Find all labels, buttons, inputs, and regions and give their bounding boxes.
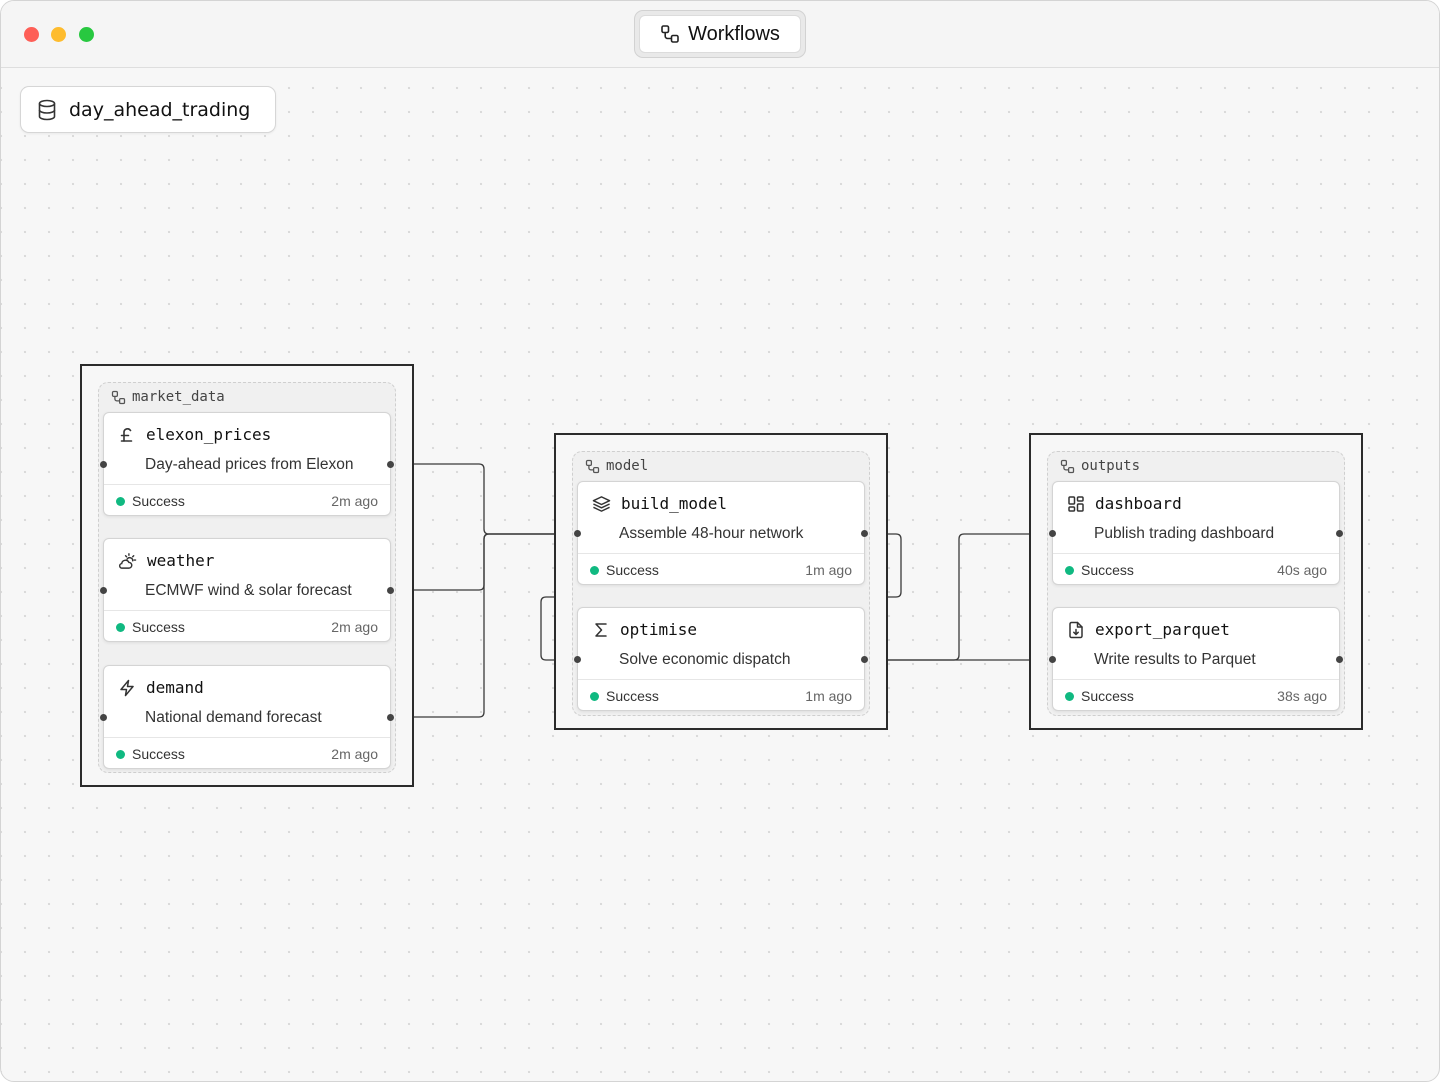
status-dot xyxy=(116,749,125,759)
node-elexon-prices[interactable]: elexon_prices Day-ahead prices from Elex… xyxy=(100,412,394,516)
output-port[interactable] xyxy=(1336,656,1343,663)
status-dot xyxy=(1065,691,1074,701)
status-dot xyxy=(116,496,125,506)
group-outputs-label: outputs xyxy=(1081,458,1141,474)
input-port[interactable] xyxy=(574,530,581,537)
window-title-pill[interactable]: Workflows xyxy=(634,10,806,58)
group-model-container: model build_model Assemble 48-hour netwo… xyxy=(572,451,870,716)
last-run-time: 40s ago xyxy=(1277,562,1327,578)
layout-grid-icon xyxy=(1067,495,1085,513)
last-run-time: 2m ago xyxy=(331,493,378,509)
status-dot xyxy=(590,691,599,701)
node-description: Write results to Parquet xyxy=(1094,651,1256,668)
node-footer: Success 2m ago xyxy=(104,610,390,642)
input-port[interactable] xyxy=(1049,656,1056,663)
group-market-data[interactable]: market_data elexon_prices Day-ahead pric… xyxy=(80,364,414,787)
node-description: Day-ahead prices from Elexon xyxy=(145,456,354,473)
status-badge: Success xyxy=(116,493,185,509)
node-footer: Success 2m ago xyxy=(104,484,390,516)
workflow-icon xyxy=(111,390,126,405)
group-outputs-container: outputs dashboard Publish trading dashbo… xyxy=(1047,451,1345,716)
group-outputs[interactable]: outputs dashboard Publish trading dashbo… xyxy=(1029,433,1363,730)
output-port[interactable] xyxy=(861,656,868,663)
status-badge: Success xyxy=(590,562,659,578)
project-name: day_ahead_trading xyxy=(69,98,251,121)
status-dot xyxy=(590,565,599,575)
output-port[interactable] xyxy=(861,530,868,537)
node-footer: Success 1m ago xyxy=(578,553,864,585)
group-market-data-label: market_data xyxy=(132,389,225,405)
status-badge: Success xyxy=(1065,562,1134,578)
node-optimise[interactable]: optimise Solve economic dispatch Success… xyxy=(574,607,868,711)
sigma-icon xyxy=(592,621,610,639)
node-title: export_parquet xyxy=(1095,620,1230,639)
node-dashboard[interactable]: dashboard Publish trading dashboard Succ… xyxy=(1049,481,1343,585)
input-port[interactable] xyxy=(574,656,581,663)
group-label: outputs xyxy=(1060,458,1140,474)
last-run-time: 1m ago xyxy=(805,688,852,704)
window-title: Workflows xyxy=(688,22,780,45)
node-title: dashboard xyxy=(1095,494,1182,513)
node-footer: Success 40s ago xyxy=(1053,553,1339,585)
input-port[interactable] xyxy=(1049,530,1056,537)
output-port[interactable] xyxy=(387,587,394,594)
app-window: Workflows day_ahead_trading market_data … xyxy=(0,0,1440,1082)
status-dot xyxy=(116,622,125,632)
maximize-window-button[interactable] xyxy=(79,27,94,42)
node-title: build_model xyxy=(621,494,727,513)
group-label: market_data xyxy=(111,389,225,405)
last-run-time: 2m ago xyxy=(331,746,378,762)
pound-sterling-icon xyxy=(118,426,136,444)
last-run-time: 2m ago xyxy=(331,619,378,635)
project-selector[interactable]: day_ahead_trading xyxy=(20,86,276,133)
output-port[interactable] xyxy=(387,461,394,468)
title-bar: Workflows xyxy=(1,1,1439,68)
node-title: weather xyxy=(147,551,215,570)
node-description: Solve economic dispatch xyxy=(619,651,791,668)
group-model-label: model xyxy=(606,458,649,474)
last-run-time: 1m ago xyxy=(805,562,852,578)
node-footer: Success 2m ago xyxy=(104,737,390,769)
node-description: Publish trading dashboard xyxy=(1094,525,1275,542)
node-description: ECMWF wind & solar forecast xyxy=(145,582,352,599)
file-download-icon xyxy=(1067,621,1085,639)
node-description: National demand forecast xyxy=(145,709,322,726)
node-title: demand xyxy=(146,678,204,697)
node-weather[interactable]: weather ECMWF wind & solar forecast Succ… xyxy=(100,538,394,642)
node-build-model[interactable]: build_model Assemble 48-hour network Suc… xyxy=(574,481,868,585)
node-title: elexon_prices xyxy=(146,425,272,444)
close-window-button[interactable] xyxy=(24,27,39,42)
group-market-data-container: market_data elexon_prices Day-ahead pric… xyxy=(98,382,396,773)
status-badge: Success xyxy=(116,746,185,762)
status-badge: Success xyxy=(116,619,185,635)
node-description: Assemble 48-hour network xyxy=(619,525,804,542)
group-model[interactable]: model build_model Assemble 48-hour netwo… xyxy=(554,433,888,730)
node-footer: Success 1m ago xyxy=(578,679,864,711)
status-badge: Success xyxy=(590,688,659,704)
node-title: optimise xyxy=(620,620,698,639)
minimize-window-button[interactable] xyxy=(51,27,66,42)
cloud-sun-icon xyxy=(118,552,137,570)
last-run-time: 38s ago xyxy=(1277,688,1327,704)
input-port[interactable] xyxy=(100,714,107,721)
input-port[interactable] xyxy=(100,461,107,468)
workflow-icon xyxy=(1060,459,1075,474)
layers-icon xyxy=(592,495,611,513)
group-label: model xyxy=(585,458,648,474)
node-export-parquet[interactable]: export_parquet Write results to Parquet … xyxy=(1049,607,1343,711)
node-demand[interactable]: demand National demand forecast Success … xyxy=(100,665,394,769)
workflow-icon xyxy=(585,459,600,474)
database-icon xyxy=(37,99,57,121)
node-footer: Success 38s ago xyxy=(1053,679,1339,711)
zap-icon xyxy=(118,679,136,697)
status-badge: Success xyxy=(1065,688,1134,704)
workflow-icon xyxy=(660,24,680,44)
output-port[interactable] xyxy=(1336,530,1343,537)
input-port[interactable] xyxy=(100,587,107,594)
status-dot xyxy=(1065,565,1074,575)
output-port[interactable] xyxy=(387,714,394,721)
